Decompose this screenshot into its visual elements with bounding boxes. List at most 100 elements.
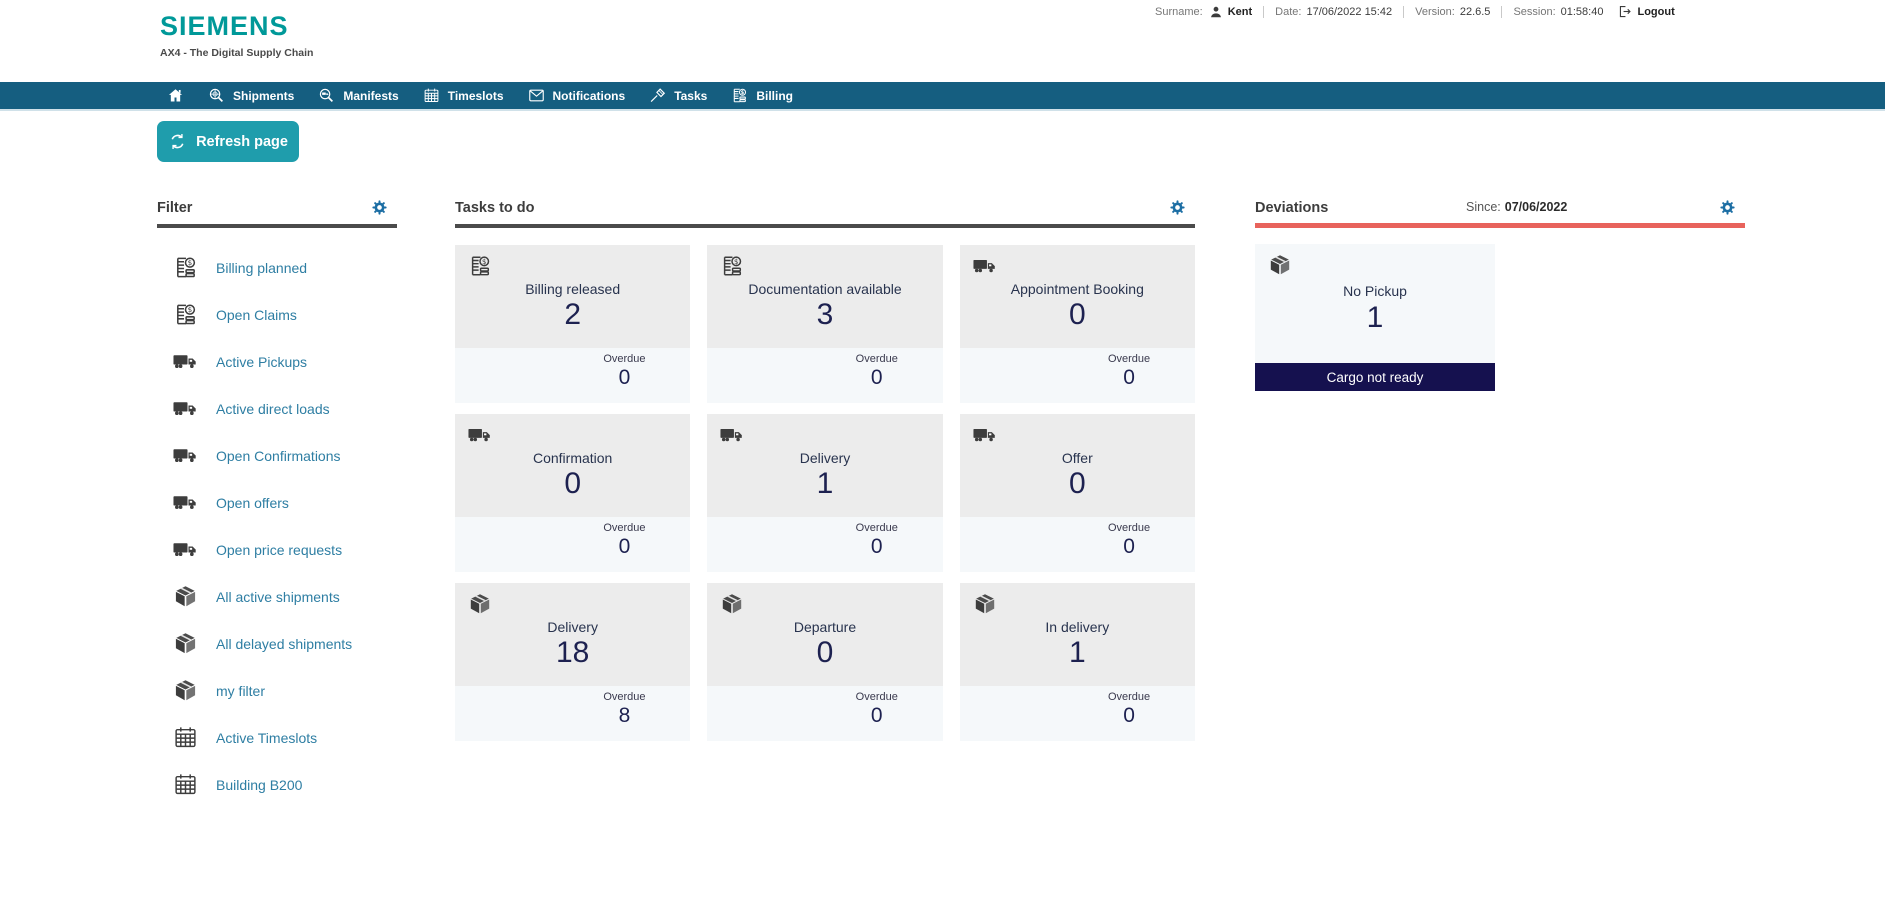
tasks-rule	[455, 224, 1195, 228]
divider	[1263, 5, 1265, 18]
ax4-dashboard: SIEMENS AX4 - The Digital Supply Chain S…	[0, 0, 1885, 902]
cube-icon	[468, 592, 492, 616]
billing-icon: $	[731, 87, 748, 104]
overdue-label: Overdue	[855, 353, 898, 365]
filter-item-open-claims[interactable]: $ Open Claims	[157, 291, 397, 338]
nav-timeslots[interactable]: Timeslots	[411, 82, 516, 109]
status-badge: Cargo not ready	[1255, 363, 1495, 391]
card-count: 0	[1068, 298, 1086, 331]
deviations-rule	[1255, 223, 1745, 228]
task-card-billing-released[interactable]: $ Billing released 2 Overdue 0	[455, 245, 691, 403]
nav-manifests-label: Manifests	[343, 88, 399, 103]
overdue-label: Overdue	[1107, 691, 1151, 703]
nav-tasks[interactable]: Tasks	[637, 82, 719, 109]
filter-item-active-timeslots[interactable]: Active Timeslots	[157, 714, 397, 761]
since: Since: 07/06/2022	[1466, 200, 1567, 214]
session-bar: Surname: Kent Date: 17/06/2022 15:42 Ver…	[1155, 0, 1675, 23]
filter-item-active-pickups[interactable]: Active Pickups	[157, 338, 397, 385]
nav-shipments[interactable]: Shipments	[196, 82, 306, 109]
deviations-panel: Deviations Since: 07/06/2022 No Pickup 1 …	[1255, 197, 1745, 391]
since-label: Since:	[1466, 200, 1501, 214]
overdue-count: 0	[618, 535, 631, 558]
date-label: Date:	[1275, 5, 1302, 18]
overdue-label: Overdue	[1107, 353, 1151, 365]
overdue-count: 0	[870, 366, 883, 389]
divider	[1501, 5, 1503, 18]
gear-icon[interactable]	[1169, 199, 1186, 216]
billing-icon: $	[172, 254, 199, 281]
filter-item-all-delayed-shipments[interactable]: All delayed shipments	[157, 620, 397, 667]
nav-timeslots-label: Timeslots	[447, 88, 504, 103]
filter-item-building-b200[interactable]: Building B200	[157, 761, 397, 808]
task-card-delivery[interactable]: Delivery 1 Overdue 0	[707, 414, 943, 572]
deviation-card-no-pickup[interactable]: No Pickup 1 Cargo not ready	[1255, 244, 1495, 391]
card-count: 1	[816, 467, 834, 500]
svg-text:$: $	[188, 305, 193, 314]
logout-button[interactable]: Logout	[1617, 4, 1675, 19]
overdue-count: 0	[618, 366, 631, 389]
svg-text:$: $	[482, 258, 486, 266]
task-card-delivery-shipments[interactable]: Delivery 18 Overdue 8	[455, 583, 691, 741]
nav-notifications[interactable]: Notifications	[516, 82, 638, 109]
siemens-logo: SIEMENS	[160, 11, 289, 41]
task-card-in-delivery[interactable]: In delivery 1 Overdue 0	[959, 583, 1195, 741]
task-card-confirmation[interactable]: Confirmation 0 Overdue 0	[455, 414, 691, 572]
truck-icon	[172, 348, 199, 375]
filter-item-open-confirmations[interactable]: Open Confirmations	[157, 432, 397, 479]
card-count: 3	[816, 298, 834, 331]
overdue-label: Overdue	[1107, 522, 1151, 534]
tasks-panel: Tasks to do $ Billing released 2 Overdue…	[455, 197, 1195, 741]
filter-header: Filter	[157, 197, 397, 218]
session-label: Session:	[1513, 5, 1556, 18]
gear-icon[interactable]	[371, 199, 388, 216]
nav-home[interactable]	[155, 82, 196, 109]
filter-item-open-offers[interactable]: Open offers	[157, 479, 397, 526]
cube-icon	[1268, 253, 1292, 277]
nav-manifests[interactable]: Manifests	[306, 82, 410, 109]
filter-item-open-price-requests[interactable]: Open price requests	[157, 526, 397, 573]
overdue-count: 0	[1123, 704, 1135, 727]
refresh-page-button[interactable]: Refresh page	[157, 121, 299, 162]
deviations-title: Deviations	[1255, 199, 1329, 216]
truck-icon	[172, 489, 199, 516]
card-count: 0	[816, 636, 834, 669]
hammer-icon	[649, 87, 666, 104]
calendar-icon	[172, 724, 199, 751]
task-card-appointment-booking[interactable]: Appointment Booking 0 Overdue 0	[959, 245, 1195, 403]
filter-item-all-active-shipments[interactable]: All active shipments	[157, 573, 397, 620]
billing-icon: $	[172, 301, 199, 328]
nav-billing[interactable]: $ Billing	[719, 82, 805, 109]
task-card-documentation-available[interactable]: $ Documentation available 3 Overdue 0	[707, 245, 943, 403]
task-card-offer[interactable]: Offer 0 Overdue 0	[959, 414, 1195, 572]
gear-icon[interactable]	[1719, 199, 1736, 216]
filter-item-my-filter[interactable]: my filter	[157, 667, 397, 714]
filter-item-billing-planned[interactable]: $ Billing planned	[157, 244, 397, 291]
brand: SIEMENS AX4 - The Digital Supply Chain	[160, 11, 314, 60]
cube-icon	[720, 592, 744, 616]
search-globe-icon	[208, 87, 225, 104]
truck-icon	[468, 423, 492, 447]
envelope-icon	[528, 87, 545, 104]
card-count: 2	[564, 298, 581, 331]
nav-shipments-label: Shipments	[233, 88, 295, 103]
filter-list: $ Billing planned $ Open Claims Active P…	[157, 244, 397, 808]
filter-rule	[157, 224, 397, 228]
surname-label: Surname:	[1155, 5, 1203, 18]
truck-icon	[720, 423, 744, 447]
cube-icon	[172, 583, 199, 610]
since-value: 07/06/2022	[1504, 200, 1568, 214]
card-count: 0	[1068, 467, 1086, 500]
cube-icon	[973, 592, 997, 616]
overdue-label: Overdue	[603, 691, 646, 703]
calendar-icon	[423, 87, 440, 104]
task-card-departure[interactable]: Departure 0 Overdue 0	[707, 583, 943, 741]
overdue-label: Overdue	[603, 353, 646, 365]
search-truck-icon	[318, 87, 335, 104]
filter-item-active-direct-loads[interactable]: Active direct loads	[157, 385, 397, 432]
divider	[1403, 5, 1405, 18]
brand-tagline: AX4 - The Digital Supply Chain	[160, 47, 314, 59]
logout-label: Logout	[1637, 5, 1675, 18]
overdue-count: 0	[1123, 535, 1135, 558]
session-value: 01:58:40	[1560, 5, 1604, 18]
truck-icon	[172, 442, 199, 469]
